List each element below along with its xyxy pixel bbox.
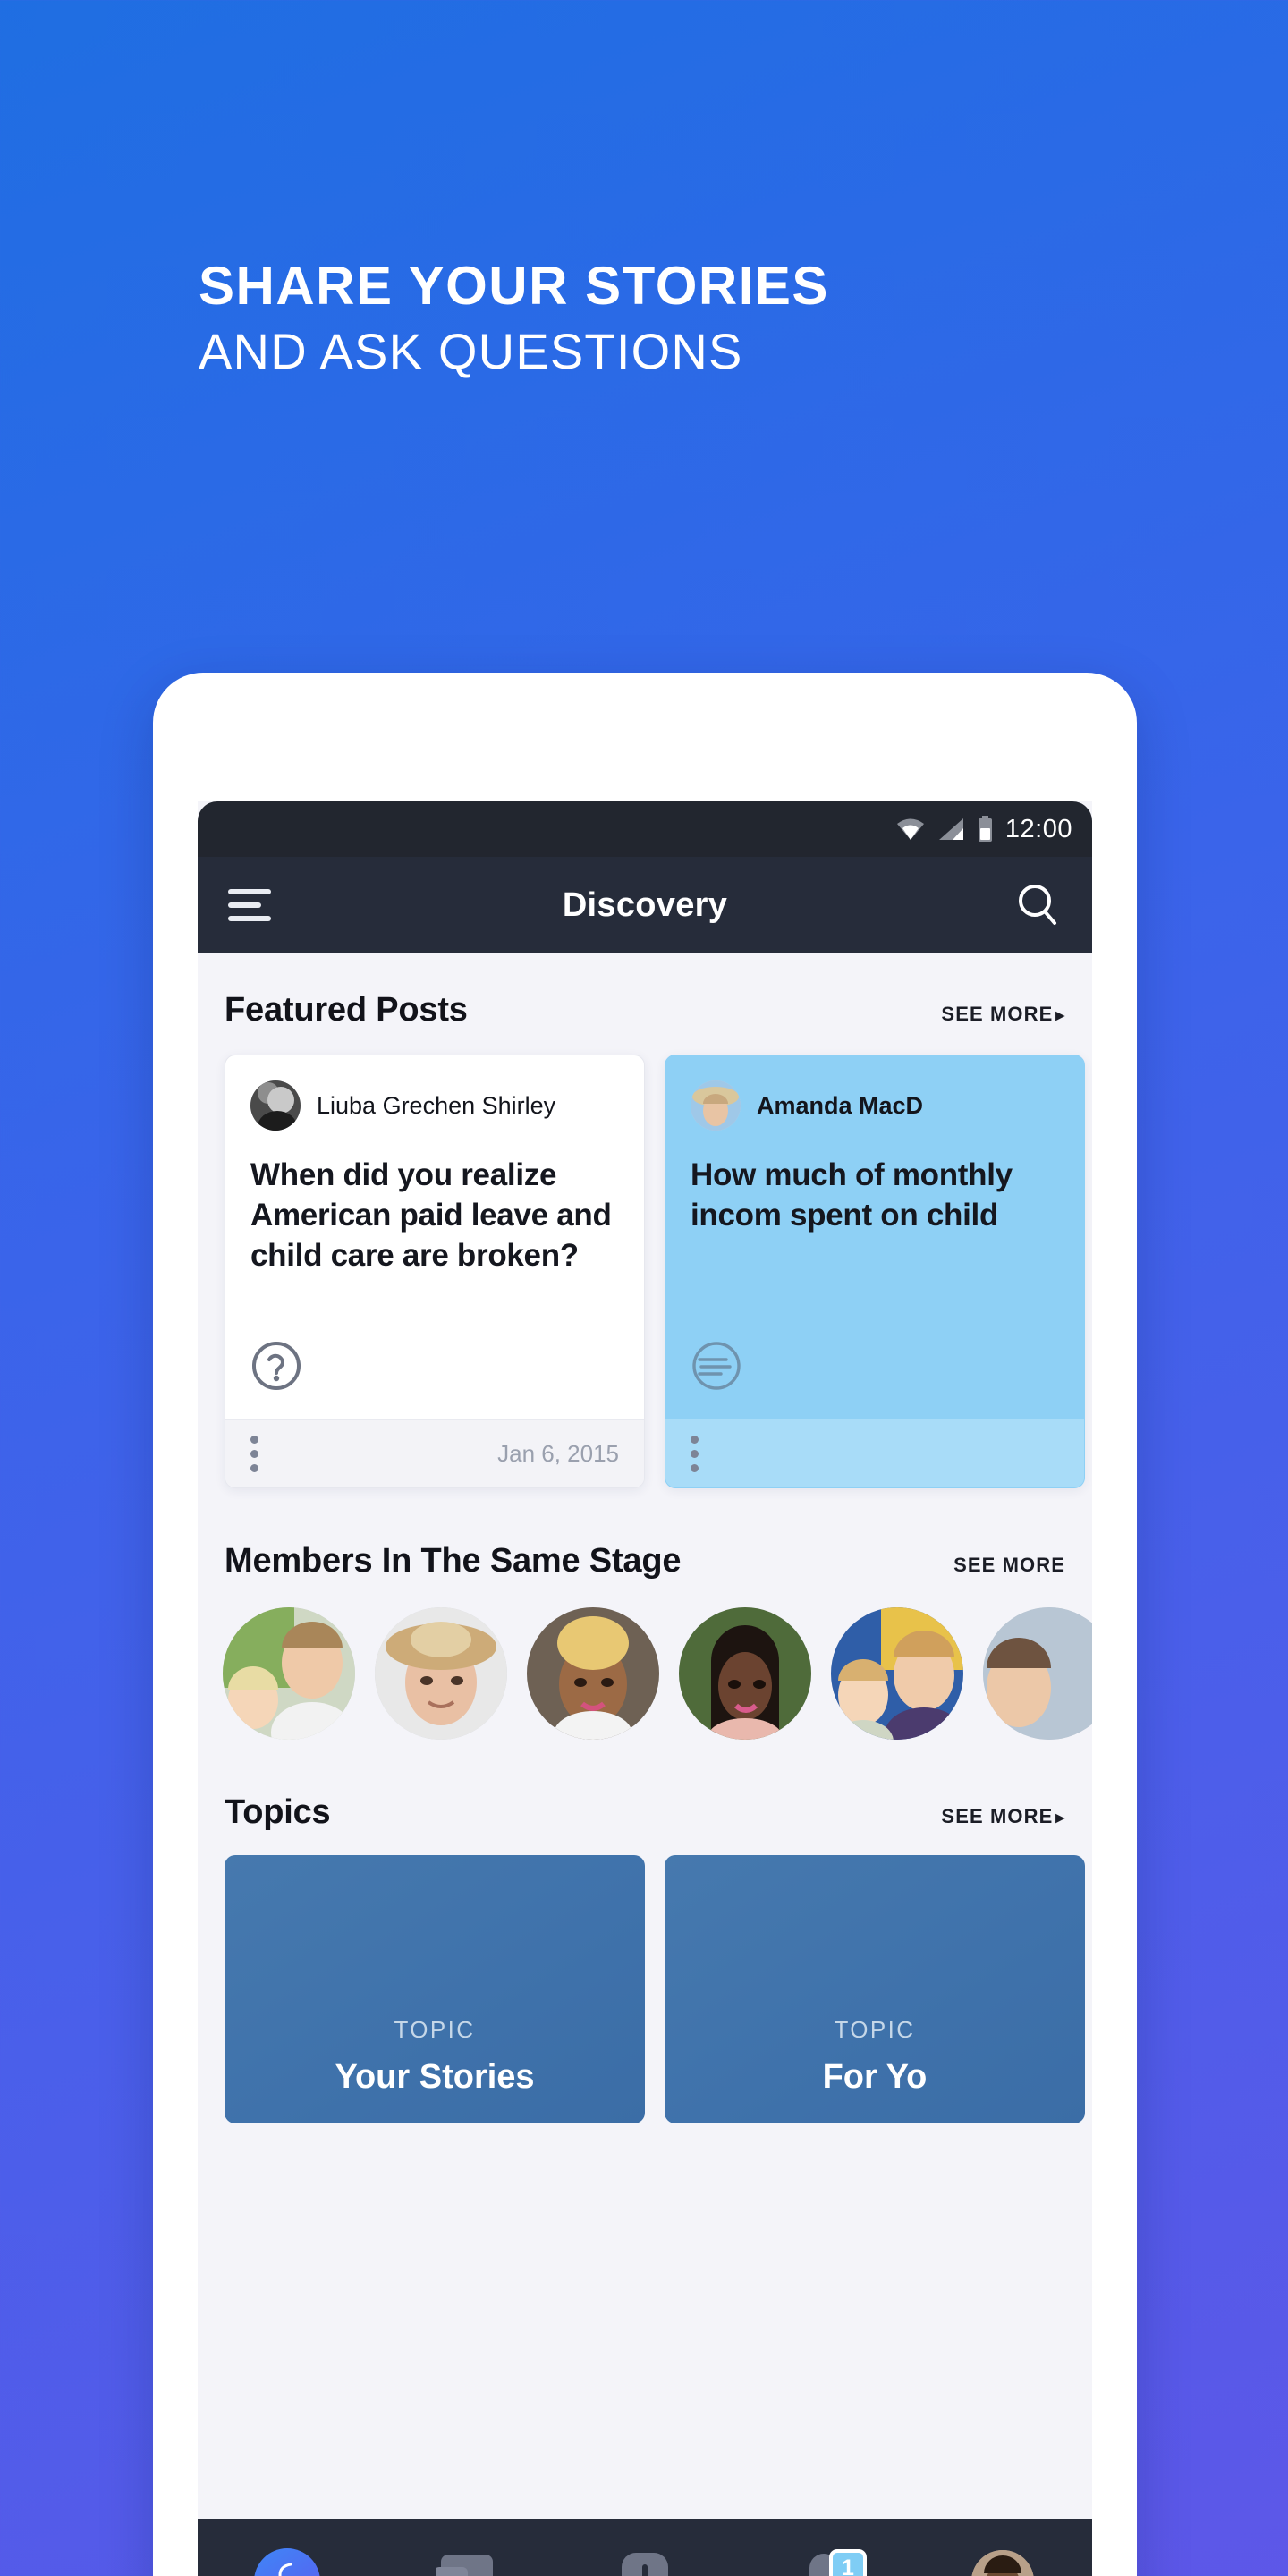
topics-list: TOPIC Your Stories TOPIC For Yo — [198, 1855, 1092, 2123]
member-avatar[interactable] — [679, 1607, 811, 1740]
avatar — [691, 1080, 741, 1131]
featured-post-card[interactable]: Liuba Grechen Shirley When did you reali… — [225, 1055, 645, 1488]
post-card-body: Liuba Grechen Shirley When did you reali… — [225, 1055, 644, 1419]
search-icon[interactable] — [1013, 881, 1062, 929]
post-author-row: Liuba Grechen Shirley — [250, 1080, 619, 1131]
post-card-footer — [665, 1419, 1084, 1487]
post-author-name: Liuba Grechen Shirley — [317, 1091, 556, 1119]
nav-item-create[interactable] — [555, 2519, 734, 2576]
member-avatar[interactable] — [223, 1607, 355, 1740]
members-section-header: Members In The Same Stage SEE MORE — [198, 1542, 1092, 1580]
post-author-name: Amanda MacD — [757, 1091, 924, 1119]
topic-card[interactable]: TOPIC Your Stories — [225, 1855, 645, 2123]
nav-item-notifications[interactable]: 1 — [734, 2519, 913, 2576]
topics-see-more-link[interactable]: SEE MORE ▸ — [941, 1805, 1065, 1828]
chevron-right-icon: ▸ — [1055, 1809, 1065, 1827]
nav-item-messages[interactable] — [377, 2519, 555, 2576]
featured-post-card[interactable]: Amanda MacD How much of monthly incom sp… — [665, 1055, 1085, 1488]
app-logo-icon — [254, 2548, 320, 2576]
topic-name: For Yo — [822, 2058, 928, 2096]
poll-lines-icon — [691, 1340, 1059, 1419]
app-bar: Discovery — [198, 857, 1092, 953]
post-card-footer: Jan 6, 2015 — [225, 1419, 644, 1487]
plus-square-icon — [616, 2551, 674, 2576]
notification-badge: 1 — [829, 2549, 867, 2576]
phone-screen: 12:00 Discovery Featured Posts SEE MORE ▸ — [198, 801, 1092, 2576]
topic-name: Your Stories — [335, 2058, 535, 2096]
kebab-menu-icon[interactable] — [691, 1436, 699, 1472]
battery-icon — [978, 816, 993, 843]
member-avatar[interactable] — [375, 1607, 507, 1740]
featured-see-more-label: SEE MORE — [941, 1003, 1054, 1025]
headline-line-2: AND ASK QUESTIONS — [199, 322, 743, 379]
members-see-more-label: SEE MORE — [953, 1554, 1065, 1576]
member-avatar[interactable] — [831, 1607, 963, 1740]
question-circle-icon — [250, 1340, 619, 1419]
member-avatar[interactable] — [983, 1607, 1092, 1740]
topic-kicker: TOPIC — [834, 2016, 916, 2043]
topics-title: Topics — [225, 1793, 331, 1831]
featured-see-more-link[interactable]: SEE MORE ▸ — [941, 1003, 1065, 1026]
headline-line-1: SHARE YOUR STORIES — [199, 256, 829, 316]
chevron-right-icon: ▸ — [1055, 1006, 1065, 1025]
featured-title: Featured Posts — [225, 991, 468, 1029]
featured-section-header: Featured Posts SEE MORE ▸ — [198, 991, 1092, 1030]
hamburger-menu-icon[interactable] — [228, 889, 271, 921]
post-date: Jan 6, 2015 — [497, 1440, 619, 1467]
bottom-navigation-bar: 1 — [198, 2519, 1092, 2576]
members-see-more-link[interactable]: SEE MORE — [953, 1554, 1065, 1577]
chat-bubbles-icon — [434, 2551, 496, 2576]
status-bar-time: 12:00 — [1004, 814, 1072, 843]
avatar — [250, 1080, 301, 1131]
members-avatar-list — [198, 1607, 1092, 1740]
status-bar: 12:00 — [198, 801, 1092, 857]
members-title: Members In The Same Stage — [225, 1542, 682, 1580]
profile-avatar-icon — [971, 2550, 1034, 2576]
topics-section-header: Topics SEE MORE ▸ — [198, 1793, 1092, 1832]
post-card-body: Amanda MacD How much of monthly incom sp… — [665, 1055, 1084, 1419]
member-avatar[interactable] — [527, 1607, 659, 1740]
post-question-text: When did you realize American paid leave… — [250, 1157, 612, 1273]
post-author-row: Amanda MacD — [691, 1080, 1059, 1131]
topic-kicker: TOPIC — [394, 2016, 476, 2043]
wifi-icon — [895, 818, 926, 841]
featured-posts-list: Liuba Grechen Shirley When did you reali… — [198, 1055, 1092, 1488]
topic-card[interactable]: TOPIC For Yo — [665, 1855, 1085, 2123]
post-question-text: How much of monthly incom spent on child — [691, 1157, 1013, 1233]
promo-headline: SHARE YOUR STORIES AND ASK QUESTIONS — [199, 258, 1093, 381]
nav-item-profile[interactable] — [913, 2519, 1092, 2576]
page-title: Discovery — [562, 886, 728, 924]
nav-item-home[interactable] — [198, 2519, 377, 2576]
cellular-signal-icon — [938, 818, 965, 841]
topics-see-more-label: SEE MORE — [941, 1805, 1054, 1827]
kebab-menu-icon[interactable] — [250, 1436, 258, 1472]
phone-mockup: 12:00 Discovery Featured Posts SEE MORE ▸ — [153, 673, 1137, 2576]
